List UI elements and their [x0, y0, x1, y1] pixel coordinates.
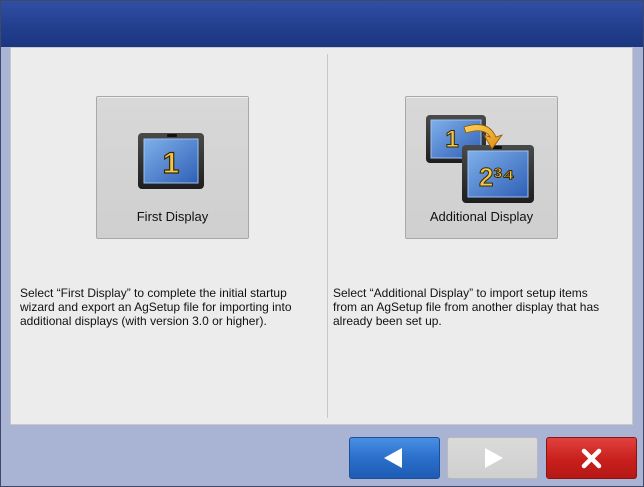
close-x-icon: [581, 448, 602, 469]
icon-number-back: 1: [445, 126, 458, 153]
icon-number: 1: [163, 147, 180, 180]
back-button[interactable]: [349, 437, 440, 479]
icon-number-front: 2³⁴: [479, 162, 515, 192]
first-display-label: First Display: [136, 209, 209, 224]
multi-display-transfer-icon: 1 2³⁴: [406, 97, 559, 207]
single-display-icon: 1: [97, 97, 250, 207]
additional-display-button[interactable]: 1 2³⁴ Additional Display: [405, 96, 558, 239]
next-button[interactable]: [447, 437, 538, 479]
left-arrow-icon: [384, 448, 402, 468]
wizard-window: 1 First Display 1 2³⁴ Additional Display…: [0, 0, 644, 487]
cancel-button[interactable]: [546, 437, 637, 479]
first-display-button[interactable]: 1 First Display: [96, 96, 249, 239]
wizard-content-panel: 1 First Display 1 2³⁴ Additional Display…: [10, 47, 633, 425]
title-bar: [1, 1, 643, 47]
additional-display-description: Select “Additional Display” to import se…: [333, 286, 600, 328]
additional-display-label: Additional Display: [429, 209, 534, 224]
first-display-description: Select “First Display” to complete the i…: [20, 286, 292, 328]
column-divider: [327, 54, 328, 418]
right-arrow-icon: [485, 448, 503, 468]
